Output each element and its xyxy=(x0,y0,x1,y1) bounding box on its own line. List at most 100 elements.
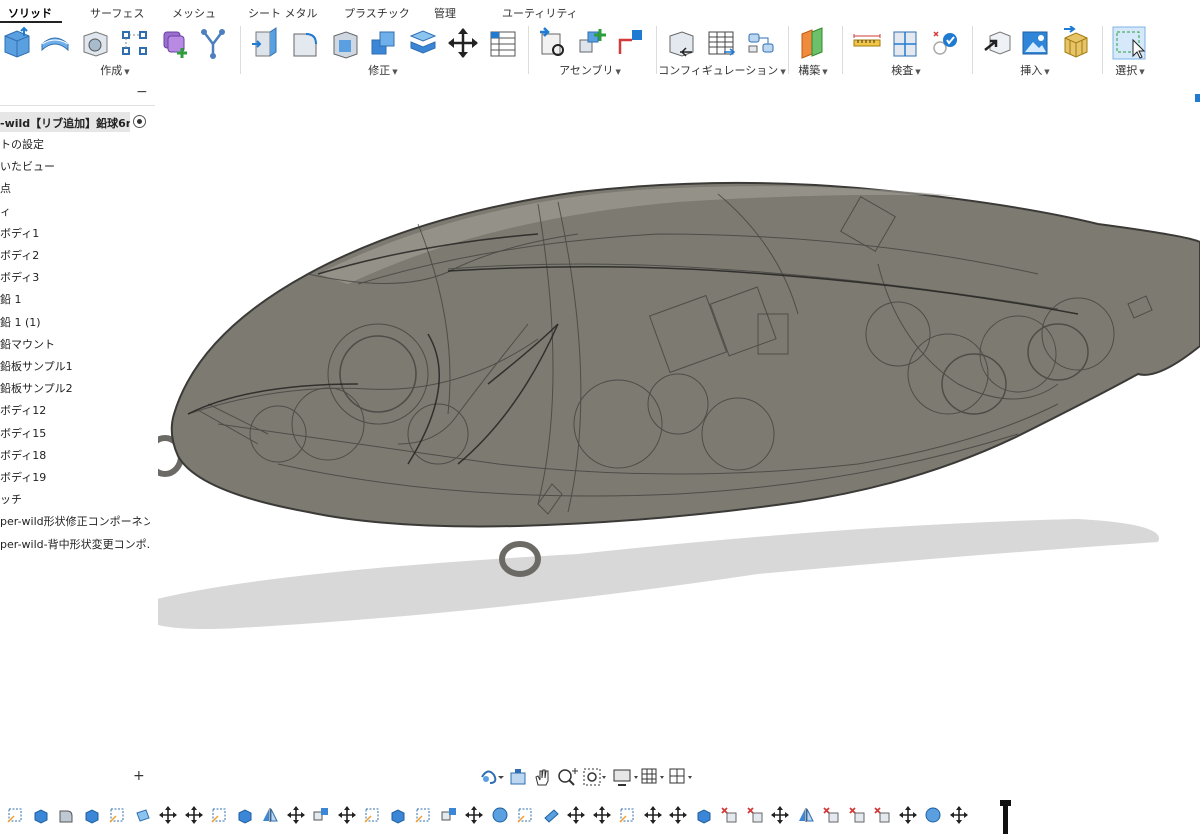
browser-tree-item[interactable]: ボディ12 xyxy=(0,402,150,418)
timeline-sketch-icon[interactable] xyxy=(618,806,636,824)
timeline-joint-icon[interactable] xyxy=(440,806,458,824)
browser-tree-item[interactable]: ィ xyxy=(0,203,150,219)
pan-icon[interactable] xyxy=(532,767,552,787)
move-icon[interactable] xyxy=(448,26,478,60)
group-insert-label[interactable]: 挿入 ▼ xyxy=(1020,62,1049,78)
activate-radio-icon[interactable] xyxy=(133,115,146,128)
timeline-remove-icon[interactable] xyxy=(873,806,891,824)
shell-icon[interactable] xyxy=(330,26,360,60)
tab-manage[interactable]: 管理 xyxy=(434,5,456,21)
timeline-extrude-icon[interactable] xyxy=(236,806,254,824)
browser-tree-item[interactable]: 鉛板サンプル2 xyxy=(0,380,150,396)
timeline-sketch-icon[interactable] xyxy=(363,806,381,824)
revolve-icon[interactable] xyxy=(80,26,110,60)
fillet-icon[interactable] xyxy=(290,26,320,60)
interference-icon[interactable] xyxy=(930,26,960,60)
tab-surface[interactable]: サーフェス xyxy=(90,5,144,21)
browser-tree-item[interactable]: ッチ xyxy=(0,491,150,507)
insert-mesh-icon[interactable] xyxy=(1060,26,1090,60)
timeline-move-icon[interactable] xyxy=(465,806,483,824)
timeline-extrude-icon[interactable] xyxy=(695,806,713,824)
browser-tree-item[interactable]: 鉛 1 (1) xyxy=(0,314,150,330)
comments-add-button[interactable]: + xyxy=(133,768,145,784)
press-pull-icon[interactable] xyxy=(250,26,280,60)
timeline-move-icon[interactable] xyxy=(949,806,968,824)
joint-origin-icon[interactable] xyxy=(616,26,646,60)
fit-icon[interactable] xyxy=(582,767,606,787)
browser-tree-item[interactable]: 鉛板サンプル1 xyxy=(0,358,150,374)
config-table-icon[interactable] xyxy=(706,26,736,60)
timeline-move-icon[interactable] xyxy=(898,806,917,824)
form-icon[interactable] xyxy=(160,26,190,60)
timeline-remove-icon[interactable] xyxy=(720,806,738,824)
tab-utilities[interactable]: ユーティリティ xyxy=(502,5,578,21)
timeline-extrude-icon[interactable] xyxy=(389,806,407,824)
browser-tree-item[interactable]: ボディ2 xyxy=(0,247,150,263)
timeline-move-icon[interactable] xyxy=(159,806,177,824)
timeline-fillet-icon[interactable] xyxy=(57,806,75,824)
timeline-sketch-icon[interactable] xyxy=(6,806,24,824)
timeline-marker[interactable] xyxy=(1000,800,1011,834)
browser-tree-item[interactable]: 鉛 1 xyxy=(0,291,150,307)
timeline-cylinder-icon[interactable] xyxy=(542,806,560,824)
insert-derive-icon[interactable] xyxy=(982,26,1012,60)
timeline-move-icon[interactable] xyxy=(643,806,662,824)
grid-icon[interactable] xyxy=(640,767,668,787)
group-construct-label[interactable]: 構築 ▼ xyxy=(798,62,827,78)
stack-icon[interactable] xyxy=(408,26,438,60)
tab-mesh[interactable]: メッシュ xyxy=(172,5,216,21)
timeline-sketch-icon[interactable] xyxy=(516,806,534,824)
browser-tree-item[interactable]: ボディ15 xyxy=(0,425,150,441)
derive-icon[interactable] xyxy=(198,26,228,60)
look-at-icon[interactable] xyxy=(508,767,528,787)
offset-plane-icon[interactable] xyxy=(798,26,828,60)
timeline-plane-icon[interactable] xyxy=(134,806,152,824)
tab-sheet-metal[interactable]: シート メタル xyxy=(248,5,318,21)
parameters-icon[interactable] xyxy=(488,26,518,60)
display-settings-icon[interactable] xyxy=(612,767,640,787)
extrude-icon[interactable] xyxy=(40,26,70,60)
timeline-remove-icon[interactable] xyxy=(848,806,866,824)
timeline-joint-icon[interactable] xyxy=(312,806,330,824)
timeline-extrude-icon[interactable] xyxy=(83,806,101,824)
section-analysis-icon[interactable] xyxy=(890,26,920,60)
joint-icon[interactable] xyxy=(538,26,568,60)
browser-tree-item[interactable]: ボディ19 xyxy=(0,469,150,485)
group-select-label[interactable]: 選択 ▼ xyxy=(1115,62,1144,78)
canvas-viewport[interactable] xyxy=(158,84,1200,764)
timeline-mirror-icon[interactable] xyxy=(797,806,815,824)
configure-icon[interactable] xyxy=(666,26,696,60)
browser-tree-item[interactable]: トの設定 xyxy=(0,136,150,152)
new-component-icon[interactable] xyxy=(2,26,32,60)
timeline-sketch-icon[interactable] xyxy=(210,806,228,824)
browser-tree-item[interactable]: per-wild-背中形状変更コンポ... xyxy=(0,536,150,552)
group-inspect-label[interactable]: 検査 ▼ xyxy=(891,62,920,78)
timeline-move-icon[interactable] xyxy=(337,806,356,824)
timeline-sphere-icon[interactable] xyxy=(491,806,509,824)
browser-tree-item[interactable]: 鉛マウント xyxy=(0,336,150,352)
browser-root-row[interactable]: -wild【リブ追加】鉛球6n... xyxy=(0,112,130,132)
viewports-icon[interactable] xyxy=(668,767,696,787)
browser-tree-item[interactable]: ボディ3 xyxy=(0,269,150,285)
combine-icon[interactable] xyxy=(368,26,398,60)
orbit-icon[interactable] xyxy=(478,767,504,787)
config-rule-icon[interactable] xyxy=(746,26,776,60)
tab-solid[interactable]: ソリッド xyxy=(8,5,52,21)
browser-tree-item[interactable]: 点 xyxy=(0,180,150,196)
browser-tree-item[interactable]: いたビュー xyxy=(0,158,150,174)
timeline-move-icon[interactable] xyxy=(771,806,789,824)
browser-tree-item[interactable]: per-wild形状修正コンポーネン... xyxy=(0,513,150,529)
timeline-remove-icon[interactable] xyxy=(822,806,840,824)
timeline-sphere-icon[interactable] xyxy=(924,806,942,824)
window-select-icon[interactable] xyxy=(1112,26,1146,60)
timeline-mirror-icon[interactable] xyxy=(261,806,279,824)
tab-plastic[interactable]: プラスチック xyxy=(344,5,410,21)
insert-canvas-icon[interactable] xyxy=(1020,26,1050,60)
group-modify-label[interactable]: 修正 ▼ xyxy=(368,62,397,78)
browser-tree-item[interactable]: ボディ1 xyxy=(0,225,150,241)
timeline-sketch-icon[interactable] xyxy=(414,806,432,824)
group-assemble-label[interactable]: アセンブリ ▼ xyxy=(559,62,621,78)
browser-collapse-button[interactable]: − xyxy=(136,84,148,100)
timeline-extrude-icon[interactable] xyxy=(32,806,50,824)
timeline-remove-icon[interactable] xyxy=(746,806,764,824)
